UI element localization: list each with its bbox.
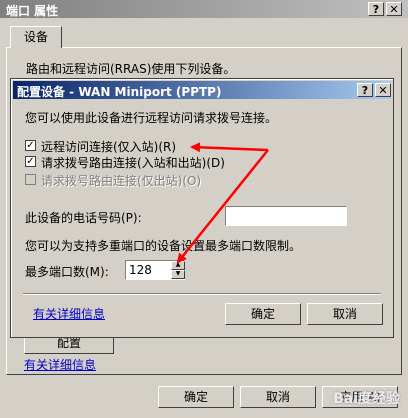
annotation-arrows [176, 142, 269, 264]
tab-devices[interactable]: 设备 [10, 26, 62, 48]
arrow-to-max-ports [176, 149, 269, 264]
arrow-to-remote-access [190, 142, 269, 153]
watermark: Bai度经验 [333, 391, 400, 407]
